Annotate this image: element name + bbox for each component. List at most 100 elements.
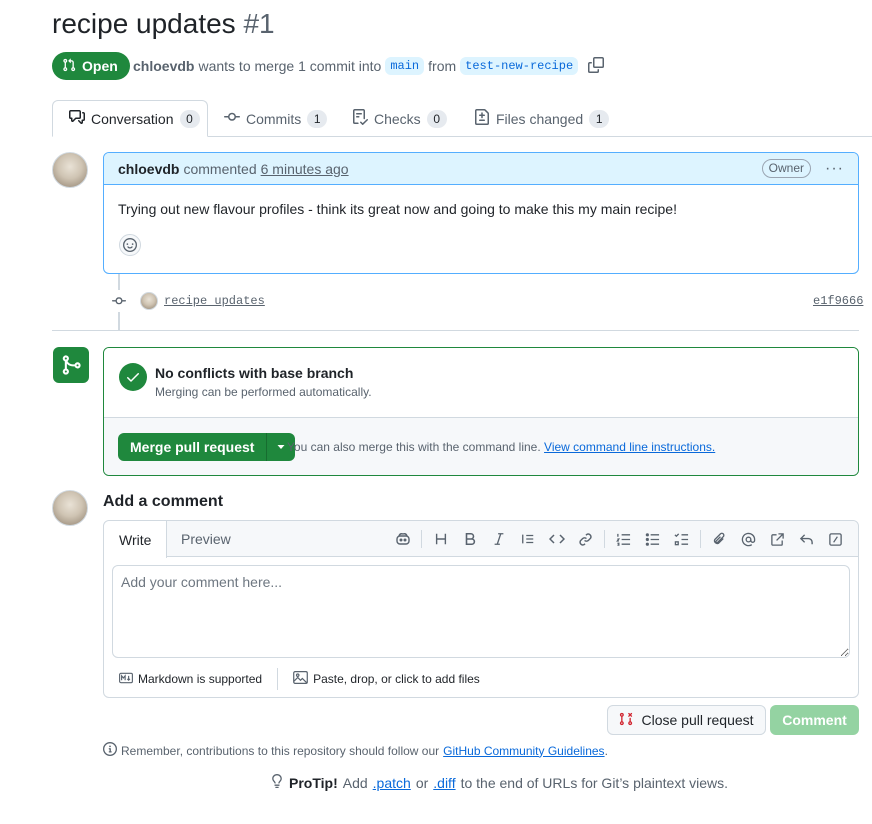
editor-header: Write Preview [104, 521, 858, 558]
pr-tabs: Conversation 0 Commits 1 Checks 0 Files … [52, 100, 872, 137]
merge-title: No conflicts with base branch [155, 365, 354, 381]
toolbar-divider [604, 530, 605, 548]
cross-reference-icon[interactable] [763, 525, 792, 553]
git-pull-request-icon [62, 58, 76, 75]
close-pull-request-button[interactable]: Close pull request [607, 705, 766, 735]
list-unordered-icon[interactable] [638, 525, 667, 553]
editor-toolbar [388, 521, 850, 557]
info-icon [103, 742, 117, 759]
reply-icon[interactable] [792, 525, 821, 553]
light-bulb-icon [270, 773, 284, 792]
protip: ProTip! Add .patch or .diff to the end o… [270, 773, 728, 792]
bold-icon[interactable] [455, 525, 484, 553]
tab-counter: 1 [589, 109, 610, 128]
commit-message-link[interactable]: recipe updates [164, 294, 265, 308]
merge-pull-request-button[interactable]: Merge pull request [118, 433, 268, 461]
tab-counter: 0 [179, 109, 200, 128]
close-label: Close pull request [641, 712, 754, 728]
merge-note: You can also merge this with the command… [287, 440, 715, 454]
owner-badge: Owner [761, 159, 812, 178]
community-guidelines-link[interactable]: GitHub Community Guidelines [443, 744, 604, 758]
merge-status: No conflicts with base branch Merging ca… [104, 348, 858, 418]
protip-or: or [415, 774, 429, 791]
patch-link[interactable]: .patch [373, 775, 411, 791]
comment-action: commented [183, 160, 257, 177]
tab-preview[interactable]: Preview [166, 521, 246, 557]
tab-label: Commits [246, 110, 302, 127]
tasklist-icon[interactable] [667, 525, 696, 553]
heading-icon[interactable] [426, 525, 455, 553]
attach-files[interactable]: Paste, drop, or click to add files [278, 671, 495, 687]
head-branch[interactable]: test-new-recipe [460, 57, 579, 75]
tab-label: Files changed [496, 110, 584, 127]
period: . [604, 743, 608, 758]
pr-number: #1 [243, 8, 275, 39]
git-commit-icon [109, 290, 129, 312]
page-title: recipe updates #1 [52, 8, 275, 40]
comment-body: Trying out new flavour profiles - think … [118, 201, 677, 217]
tab-counter: 0 [426, 109, 447, 128]
file-diff-icon [474, 109, 490, 128]
image-icon [293, 671, 308, 687]
timeline-divider [52, 330, 859, 331]
base-branch[interactable]: main [385, 57, 425, 75]
slash-command-icon[interactable] [821, 525, 850, 553]
tab-files-changed[interactable]: Files changed 1 [458, 100, 625, 137]
author-link[interactable]: chloevdb [133, 58, 194, 74]
tab-write[interactable]: Write [104, 521, 168, 558]
avatar[interactable] [140, 292, 158, 310]
checklist-icon [352, 109, 369, 128]
tab-checks[interactable]: Checks 0 [336, 100, 463, 137]
remember-text: Remember, contributions to this reposito… [121, 743, 440, 758]
editor-footer: Markdown is supported Paste, drop, or cl… [104, 661, 858, 697]
merge-text: wants to merge 1 commit into [198, 58, 382, 74]
avatar[interactable] [52, 490, 88, 526]
comment-textarea[interactable] [112, 565, 850, 658]
git-commit-icon [224, 109, 240, 128]
protip-rest: to the end of URLs for Git’s plaintext v… [460, 774, 728, 791]
smiley-icon[interactable] [119, 234, 141, 256]
comment-time[interactable]: 6 minutes ago [261, 161, 349, 177]
toolbar-divider [700, 530, 701, 548]
quote-icon[interactable] [513, 525, 542, 553]
pr-meta: chloevdb wants to merge 1 commit into ma… [133, 56, 605, 76]
tab-commits[interactable]: Commits 1 [208, 100, 343, 137]
git-merge-icon [53, 347, 89, 383]
merge-box: No conflicts with base branch Merging ca… [103, 347, 859, 476]
link-icon[interactable] [571, 525, 600, 553]
copilot-icon[interactable] [388, 525, 417, 553]
protip-add: Add [342, 774, 368, 791]
comment-button[interactable]: Comment [770, 705, 859, 735]
avatar[interactable] [52, 152, 88, 188]
attach-label: Paste, drop, or click to add files [313, 672, 480, 686]
state-label: Open [82, 58, 118, 74]
merge-actions: Merge pull request You can also merge th… [104, 418, 858, 475]
mention-icon[interactable] [734, 525, 763, 553]
copy-icon[interactable] [588, 56, 605, 76]
comment-box: chloevdb commented 6 minutes ago Owner ·… [103, 152, 859, 274]
guidelines-note: Remember, contributions to this reposito… [103, 742, 608, 759]
merge-note-text: You can also merge this with the command… [287, 440, 541, 454]
italic-icon[interactable] [484, 525, 513, 553]
pr-title: recipe updates [52, 8, 236, 39]
add-comment-title: Add a comment [103, 493, 224, 510]
command-line-link[interactable]: View command line instructions. [544, 440, 715, 454]
markdown-icon [119, 672, 133, 687]
check-icon [119, 363, 147, 391]
markdown-link[interactable]: Markdown is supported [104, 672, 277, 687]
list-ordered-icon[interactable] [609, 525, 638, 553]
comment-editor: Write Preview Add your comment here... M… [103, 520, 859, 698]
git-pull-request-closed-icon [619, 712, 633, 729]
comment-header: chloevdb commented 6 minutes ago Owner ·… [104, 153, 858, 185]
diff-link[interactable]: .diff [433, 775, 455, 791]
tab-conversation[interactable]: Conversation 0 [52, 100, 208, 137]
code-icon[interactable] [542, 525, 571, 553]
toolbar-divider [421, 530, 422, 548]
merge-button-group: Merge pull request [118, 433, 296, 461]
protip-label: ProTip! [289, 774, 338, 791]
commit-sha-link[interactable]: e1f9666 [813, 294, 863, 308]
comment-author[interactable]: chloevdb [118, 161, 179, 177]
tab-label: Conversation [91, 110, 174, 127]
kebab-horizontal-icon[interactable]: ··· [825, 160, 844, 178]
paperclip-icon[interactable] [705, 525, 734, 553]
